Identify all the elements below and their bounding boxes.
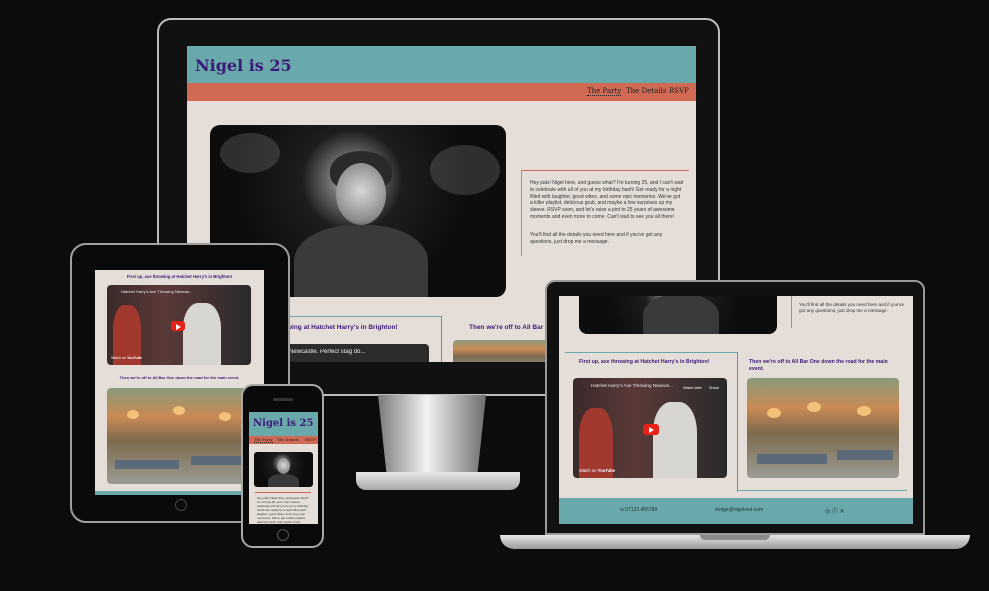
social-icons[interactable]: ◎ ⓕ ✕ — [825, 506, 845, 515]
home-button[interactable] — [175, 499, 187, 511]
video-embed[interactable]: Hatchet Harry's Axe Throwing Newcas... W… — [573, 378, 727, 478]
site-nav: The Party The Details RSVP — [249, 436, 318, 444]
imac-stand-base — [356, 472, 520, 490]
watch-on-youtube[interactable]: Watch on YouTube — [579, 468, 615, 473]
video-embed[interactable]: Newcastle. Perfect stag do... — [283, 344, 429, 362]
intro-paragraph: Hey pals! Nigel here, and guess what? I'… — [530, 180, 684, 220]
ipad-screen: First up, axe throwing at Hatchet Harry'… — [95, 270, 264, 495]
section-axe-title: First up, axe throwing at Hatchet Harry'… — [579, 359, 710, 365]
share-button[interactable]: Share — [709, 386, 719, 390]
play-icon[interactable] — [643, 424, 659, 435]
footer-phone[interactable]: ☏ 07123 456789 — [619, 507, 657, 513]
intro-paragraph-2: You'll find all the details you need her… — [799, 302, 905, 314]
site-nav: The Party The Details RSVP — [187, 83, 696, 101]
nav-link-details[interactable]: The Details — [277, 437, 299, 442]
nav-link-rsvp[interactable]: RSVP — [669, 87, 689, 95]
section-bar-title: Then we're off to All Bar O — [469, 324, 551, 331]
imac-stand — [378, 395, 486, 475]
bar-photo — [107, 388, 251, 484]
iphone-screen: Nigel is 25 The Party The Details RSVP H… — [249, 412, 318, 524]
section-axe-title: owing at Hatchet Harry's in Brighton! — [283, 324, 398, 331]
site-title: Nigel is 25 — [195, 56, 292, 75]
site-mobile: Nigel is 25 The Party The Details RSVP H… — [249, 412, 318, 524]
section-axe-title: First up, axe throwing at Hatchet Harry'… — [126, 274, 233, 279]
nigel-photo — [579, 296, 777, 334]
play-icon[interactable] — [171, 321, 185, 331]
watch-later-button[interactable]: Watch later — [683, 386, 702, 390]
site-tablet: First up, axe throwing at Hatchet Harry'… — [95, 270, 264, 495]
device-mockup-stage: Nigel is 25 The Party The Details RSVP H… — [0, 0, 989, 591]
intro-paragraph: Hey pals! Nigel here, and guess what? I'… — [257, 496, 309, 524]
section-bar-title: Then we're off to All Bar One down the r… — [119, 375, 240, 380]
site-title: Nigel is 25 — [253, 418, 314, 429]
home-button[interactable] — [277, 529, 289, 541]
macbook-screen: You'll find all the details you need her… — [559, 296, 913, 524]
nigel-photo — [254, 452, 313, 487]
video-embed[interactable]: Hatchet Harry's Axe Throwing Newcas... W… — [107, 285, 251, 365]
nav-link-rsvp[interactable]: RSVP — [305, 437, 316, 442]
nav-link-party[interactable]: The Party — [587, 87, 622, 96]
site-laptop: You'll find all the details you need her… — [559, 296, 913, 524]
site-header: Nigel is 25 — [187, 46, 696, 83]
macbook-device: You'll find all the details you need her… — [545, 280, 925, 535]
nav-link-details[interactable]: The Details — [626, 87, 666, 95]
watch-on-youtube[interactable]: Watch on YouTube — [111, 356, 142, 360]
section-bar-title: Then we're off to All Bar One down the r… — [749, 359, 888, 373]
site-header: Nigel is 25 — [249, 412, 318, 436]
bar-photo — [747, 378, 899, 478]
site-footer: ☏ 07123 456789 ✉ nige@nigelsnd.com ◎ ⓕ ✕ — [559, 498, 913, 524]
footer-email[interactable]: ✉ nige@nigelsnd.com — [715, 507, 763, 513]
iphone-device: Nigel is 25 The Party The Details RSVP H… — [241, 384, 324, 548]
nav-link-party[interactable]: The Party — [254, 437, 273, 443]
intro-paragraph-2: You'll find all the details you need her… — [530, 232, 663, 245]
